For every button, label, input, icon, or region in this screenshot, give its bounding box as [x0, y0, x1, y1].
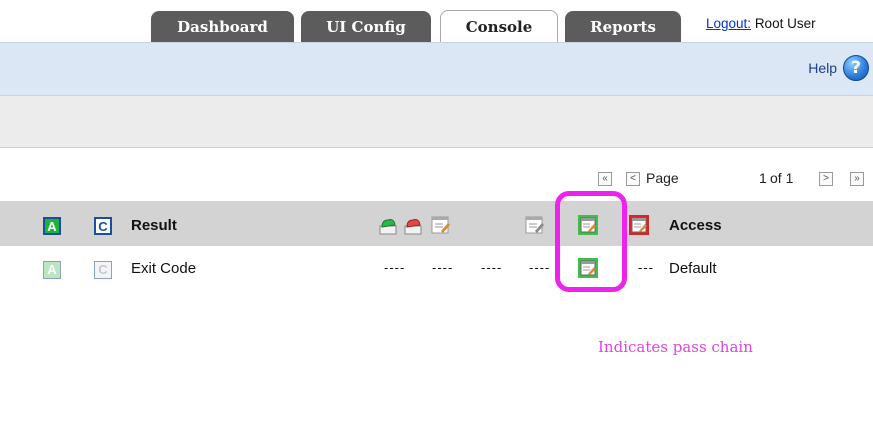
table-row[interactable]: A C Exit Code ---- ---- ---- ---- --- De… — [0, 248, 873, 288]
green-cloud-icon[interactable] — [379, 215, 399, 235]
fail-chain-icon[interactable] — [629, 215, 649, 235]
edit-doc-icon[interactable] — [431, 215, 451, 235]
help-label: Help — [808, 60, 837, 76]
page-total: of 1 — [770, 170, 794, 186]
row-access: Default — [669, 260, 717, 277]
annotation-note: Indicates pass chain — [590, 318, 830, 372]
access-column-header: Access — [669, 217, 722, 234]
logout-area: Logout: Root User — [706, 8, 816, 40]
edit-doc-alt-icon[interactable] — [525, 215, 545, 235]
prev-page-button[interactable]: < — [626, 172, 640, 186]
row-cell-dash: --- — [638, 260, 654, 275]
last-page-button[interactable]: » — [850, 172, 864, 186]
column-a-toggle[interactable]: A — [43, 217, 61, 235]
row-result: Exit Code — [131, 260, 197, 277]
table-header: A C Result Access — [0, 201, 873, 246]
tab-reports[interactable]: Reports — [565, 11, 681, 42]
row-cell-dash: ---- — [432, 260, 454, 275]
result-column-header: Result — [131, 217, 177, 234]
column-c-toggle[interactable]: C — [94, 217, 112, 235]
row-cell-dash: ---- — [529, 260, 551, 275]
annotation-text: Indicates pass chain — [598, 338, 753, 356]
toolbar: Help ? — [0, 42, 873, 96]
help-button[interactable]: Help ? — [808, 55, 869, 81]
page-label: Page — [646, 170, 679, 186]
row-c-toggle[interactable]: C — [94, 261, 112, 279]
help-icon[interactable]: ? — [843, 55, 869, 81]
tab-console[interactable]: Console — [440, 10, 558, 43]
user-name: Root User — [754, 16, 816, 31]
row-cell-dash: ---- — [481, 260, 503, 275]
logout-link[interactable]: Logout: — [706, 16, 751, 31]
first-page-button[interactable]: « — [598, 172, 612, 186]
row-cell-dash: ---- — [384, 260, 406, 275]
highlight-box — [555, 191, 627, 292]
next-page-button[interactable]: > — [819, 172, 833, 186]
page-number[interactable]: 1 — [759, 170, 767, 186]
tab-ui-config[interactable]: UI Config — [301, 11, 431, 42]
filter-bar — [0, 96, 873, 148]
tab-dashboard[interactable]: Dashboard — [151, 11, 294, 42]
row-a-toggle[interactable]: A — [43, 261, 61, 279]
red-cloud-icon[interactable] — [404, 215, 424, 235]
